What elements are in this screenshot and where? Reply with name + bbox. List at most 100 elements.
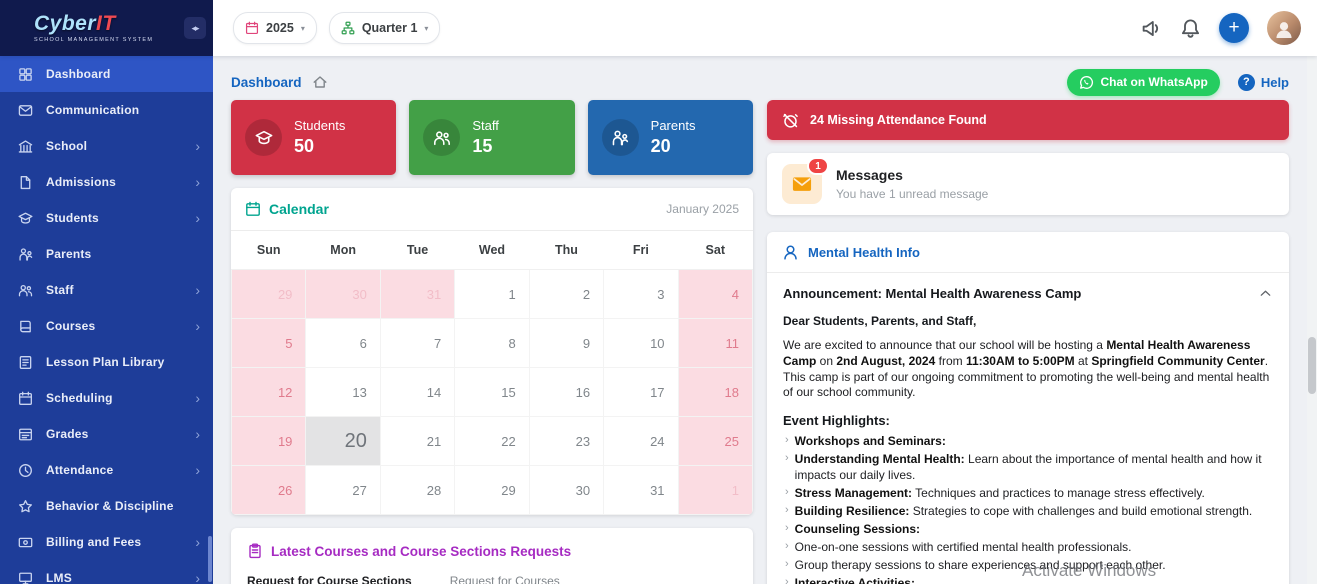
stat-card-parents[interactable]: Parents20 bbox=[588, 100, 753, 175]
sidebar-item-lesson-plan-library[interactable]: Lesson Plan Library bbox=[0, 344, 213, 380]
home-icon[interactable] bbox=[312, 74, 328, 90]
sidebar-item-parents[interactable]: Parents bbox=[0, 236, 213, 272]
tab-request-for-course-sections[interactable]: Request for Course Sections bbox=[247, 574, 412, 584]
calendar-day[interactable]: 3 bbox=[604, 270, 678, 319]
sidebar-item-admissions[interactable]: Admissions› bbox=[0, 164, 213, 200]
highlight-item: ›Interactive Activities: bbox=[783, 576, 1273, 584]
breadcrumb[interactable]: Dashboard bbox=[231, 75, 302, 90]
calendar-day[interactable]: 6 bbox=[306, 319, 380, 368]
sidebar-item-staff[interactable]: Staff› bbox=[0, 272, 213, 308]
calendar-day[interactable]: 10 bbox=[604, 319, 678, 368]
calendar-day[interactable]: 15 bbox=[455, 368, 529, 417]
calendar-day[interactable]: 12 bbox=[232, 368, 306, 417]
left-column: Students50Staff15Parents20 Calendar Janu… bbox=[231, 100, 753, 584]
stat-value: 50 bbox=[294, 136, 345, 157]
mental-health-icon bbox=[782, 244, 799, 261]
calendar-day[interactable]: 30 bbox=[306, 270, 380, 319]
calendar-day[interactable]: 24 bbox=[604, 417, 678, 466]
calendar-day[interactable]: 23 bbox=[529, 417, 603, 466]
topbar: CyberIT SCHOOL MANAGEMENT SYSTEM ◂▸ 2025… bbox=[0, 0, 1317, 56]
weekday-header: Fri bbox=[604, 231, 678, 270]
year-select[interactable]: 2025 ▾ bbox=[233, 12, 317, 44]
page-scrollbar[interactable] bbox=[1307, 56, 1317, 584]
calendar-day[interactable]: 17 bbox=[604, 368, 678, 417]
announcement-intro: We are excited to announce that our scho… bbox=[783, 338, 1273, 401]
term-select-value: Quarter 1 bbox=[362, 21, 418, 35]
avatar[interactable] bbox=[1267, 11, 1301, 45]
sidebar-item-attendance[interactable]: Attendance› bbox=[0, 452, 213, 488]
calendar-day[interactable]: 28 bbox=[380, 466, 454, 515]
term-select[interactable]: Quarter 1 ▾ bbox=[329, 12, 441, 44]
chevron-right-icon: › bbox=[195, 211, 200, 225]
help-button[interactable]: ? Help bbox=[1238, 74, 1289, 91]
topbar-filters: 2025 ▾ Quarter 1 ▾ bbox=[233, 12, 440, 44]
notifications-button[interactable] bbox=[1180, 18, 1201, 39]
scrollbar-thumb[interactable] bbox=[1308, 337, 1316, 394]
staff-icon bbox=[423, 119, 460, 156]
highlight-text: Building Resilience: Strategies to cope … bbox=[795, 504, 1253, 519]
calendar-day[interactable]: 11 bbox=[678, 319, 752, 368]
highlight-item: ›Workshops and Seminars: bbox=[783, 434, 1273, 449]
sidebar-item-label: Staff bbox=[46, 283, 195, 297]
calendar-day[interactable]: 22 bbox=[455, 417, 529, 466]
calendar-day[interactable]: 21 bbox=[380, 417, 454, 466]
brand-wrap: CyberIT SCHOOL MANAGEMENT SYSTEM bbox=[34, 13, 153, 43]
calendar-day[interactable]: 18 bbox=[678, 368, 752, 417]
sidebar-item-lms[interactable]: LMS› bbox=[0, 560, 213, 584]
whatsapp-button[interactable]: Chat on WhatsApp bbox=[1067, 69, 1220, 96]
calendar-day[interactable]: 30 bbox=[529, 466, 603, 515]
calendar-day[interactable]: 1 bbox=[678, 466, 752, 515]
calendar-day[interactable]: 16 bbox=[529, 368, 603, 417]
sidebar-item-students[interactable]: Students› bbox=[0, 200, 213, 236]
mental-health-header: Mental Health Info bbox=[767, 232, 1289, 273]
stat-card-staff[interactable]: Staff15 bbox=[409, 100, 574, 175]
sidebar-item-behavior-discipline[interactable]: Behavior & Discipline bbox=[0, 488, 213, 524]
messages-subtitle: You have 1 unread message bbox=[836, 187, 988, 201]
sidebar-scrollbar-thumb[interactable] bbox=[208, 536, 212, 582]
sidebar-collapse-button[interactable]: ◂▸ bbox=[184, 17, 206, 39]
sidebar-item-grades[interactable]: Grades› bbox=[0, 416, 213, 452]
calendar-day[interactable]: 29 bbox=[455, 466, 529, 515]
calendar-day[interactable]: 14 bbox=[380, 368, 454, 417]
sidebar-item-courses[interactable]: Courses› bbox=[0, 308, 213, 344]
calendar-day[interactable]: 4 bbox=[678, 270, 752, 319]
calendar-day-today[interactable]: 20 bbox=[306, 417, 380, 466]
calendar-day[interactable]: 7 bbox=[380, 319, 454, 368]
help-label: Help bbox=[1261, 75, 1289, 90]
calendar-day[interactable]: 25 bbox=[678, 417, 752, 466]
sidebar-item-dashboard[interactable]: Dashboard bbox=[0, 56, 213, 92]
course-requests-card: Latest Courses and Course Sections Reque… bbox=[231, 528, 753, 584]
calendar-day[interactable]: 8 bbox=[455, 319, 529, 368]
sidebar-item-billing-and-fees[interactable]: Billing and Fees› bbox=[0, 524, 213, 560]
sidebar-item-communication[interactable]: Communication bbox=[0, 92, 213, 128]
calendar-title: Calendar bbox=[269, 201, 329, 217]
chevron-up-icon[interactable] bbox=[1258, 286, 1273, 301]
messages-card[interactable]: 1 Messages You have 1 unread message bbox=[767, 153, 1289, 215]
highlight-item: ›Understanding Mental Health: Learn abou… bbox=[783, 452, 1273, 482]
calendar-day[interactable]: 31 bbox=[604, 466, 678, 515]
courses-icon bbox=[18, 319, 33, 334]
sidebar-item-school[interactable]: School› bbox=[0, 128, 213, 164]
calendar-day[interactable]: 5 bbox=[232, 319, 306, 368]
calendar-day[interactable]: 9 bbox=[529, 319, 603, 368]
sidebar-item-scheduling[interactable]: Scheduling› bbox=[0, 380, 213, 416]
announcements-button[interactable] bbox=[1141, 18, 1162, 39]
highlight-text: Interactive Activities: bbox=[795, 576, 915, 584]
attendance-icon bbox=[18, 463, 33, 478]
app-window: CyberIT SCHOOL MANAGEMENT SYSTEM ◂▸ 2025… bbox=[0, 0, 1317, 584]
calendar-day[interactable]: 19 bbox=[232, 417, 306, 466]
calendar-day[interactable]: 2 bbox=[529, 270, 603, 319]
calendar-day[interactable]: 27 bbox=[306, 466, 380, 515]
missing-attendance-alert[interactable]: 24 Missing Attendance Found bbox=[767, 100, 1289, 140]
calendar-day[interactable]: 26 bbox=[232, 466, 306, 515]
stat-card-students[interactable]: Students50 bbox=[231, 100, 396, 175]
calendar-day[interactable]: 29 bbox=[232, 270, 306, 319]
tab-request-for-courses[interactable]: Request for Courses bbox=[450, 574, 560, 584]
calendar-day[interactable]: 1 bbox=[455, 270, 529, 319]
logo[interactable]: CyberIT SCHOOL MANAGEMENT SYSTEM ◂▸ bbox=[0, 0, 213, 56]
calendar-day[interactable]: 31 bbox=[380, 270, 454, 319]
calendar-day[interactable]: 13 bbox=[306, 368, 380, 417]
alarm-off-icon bbox=[782, 112, 799, 129]
school-icon bbox=[18, 139, 33, 154]
add-button[interactable]: + bbox=[1219, 13, 1249, 43]
